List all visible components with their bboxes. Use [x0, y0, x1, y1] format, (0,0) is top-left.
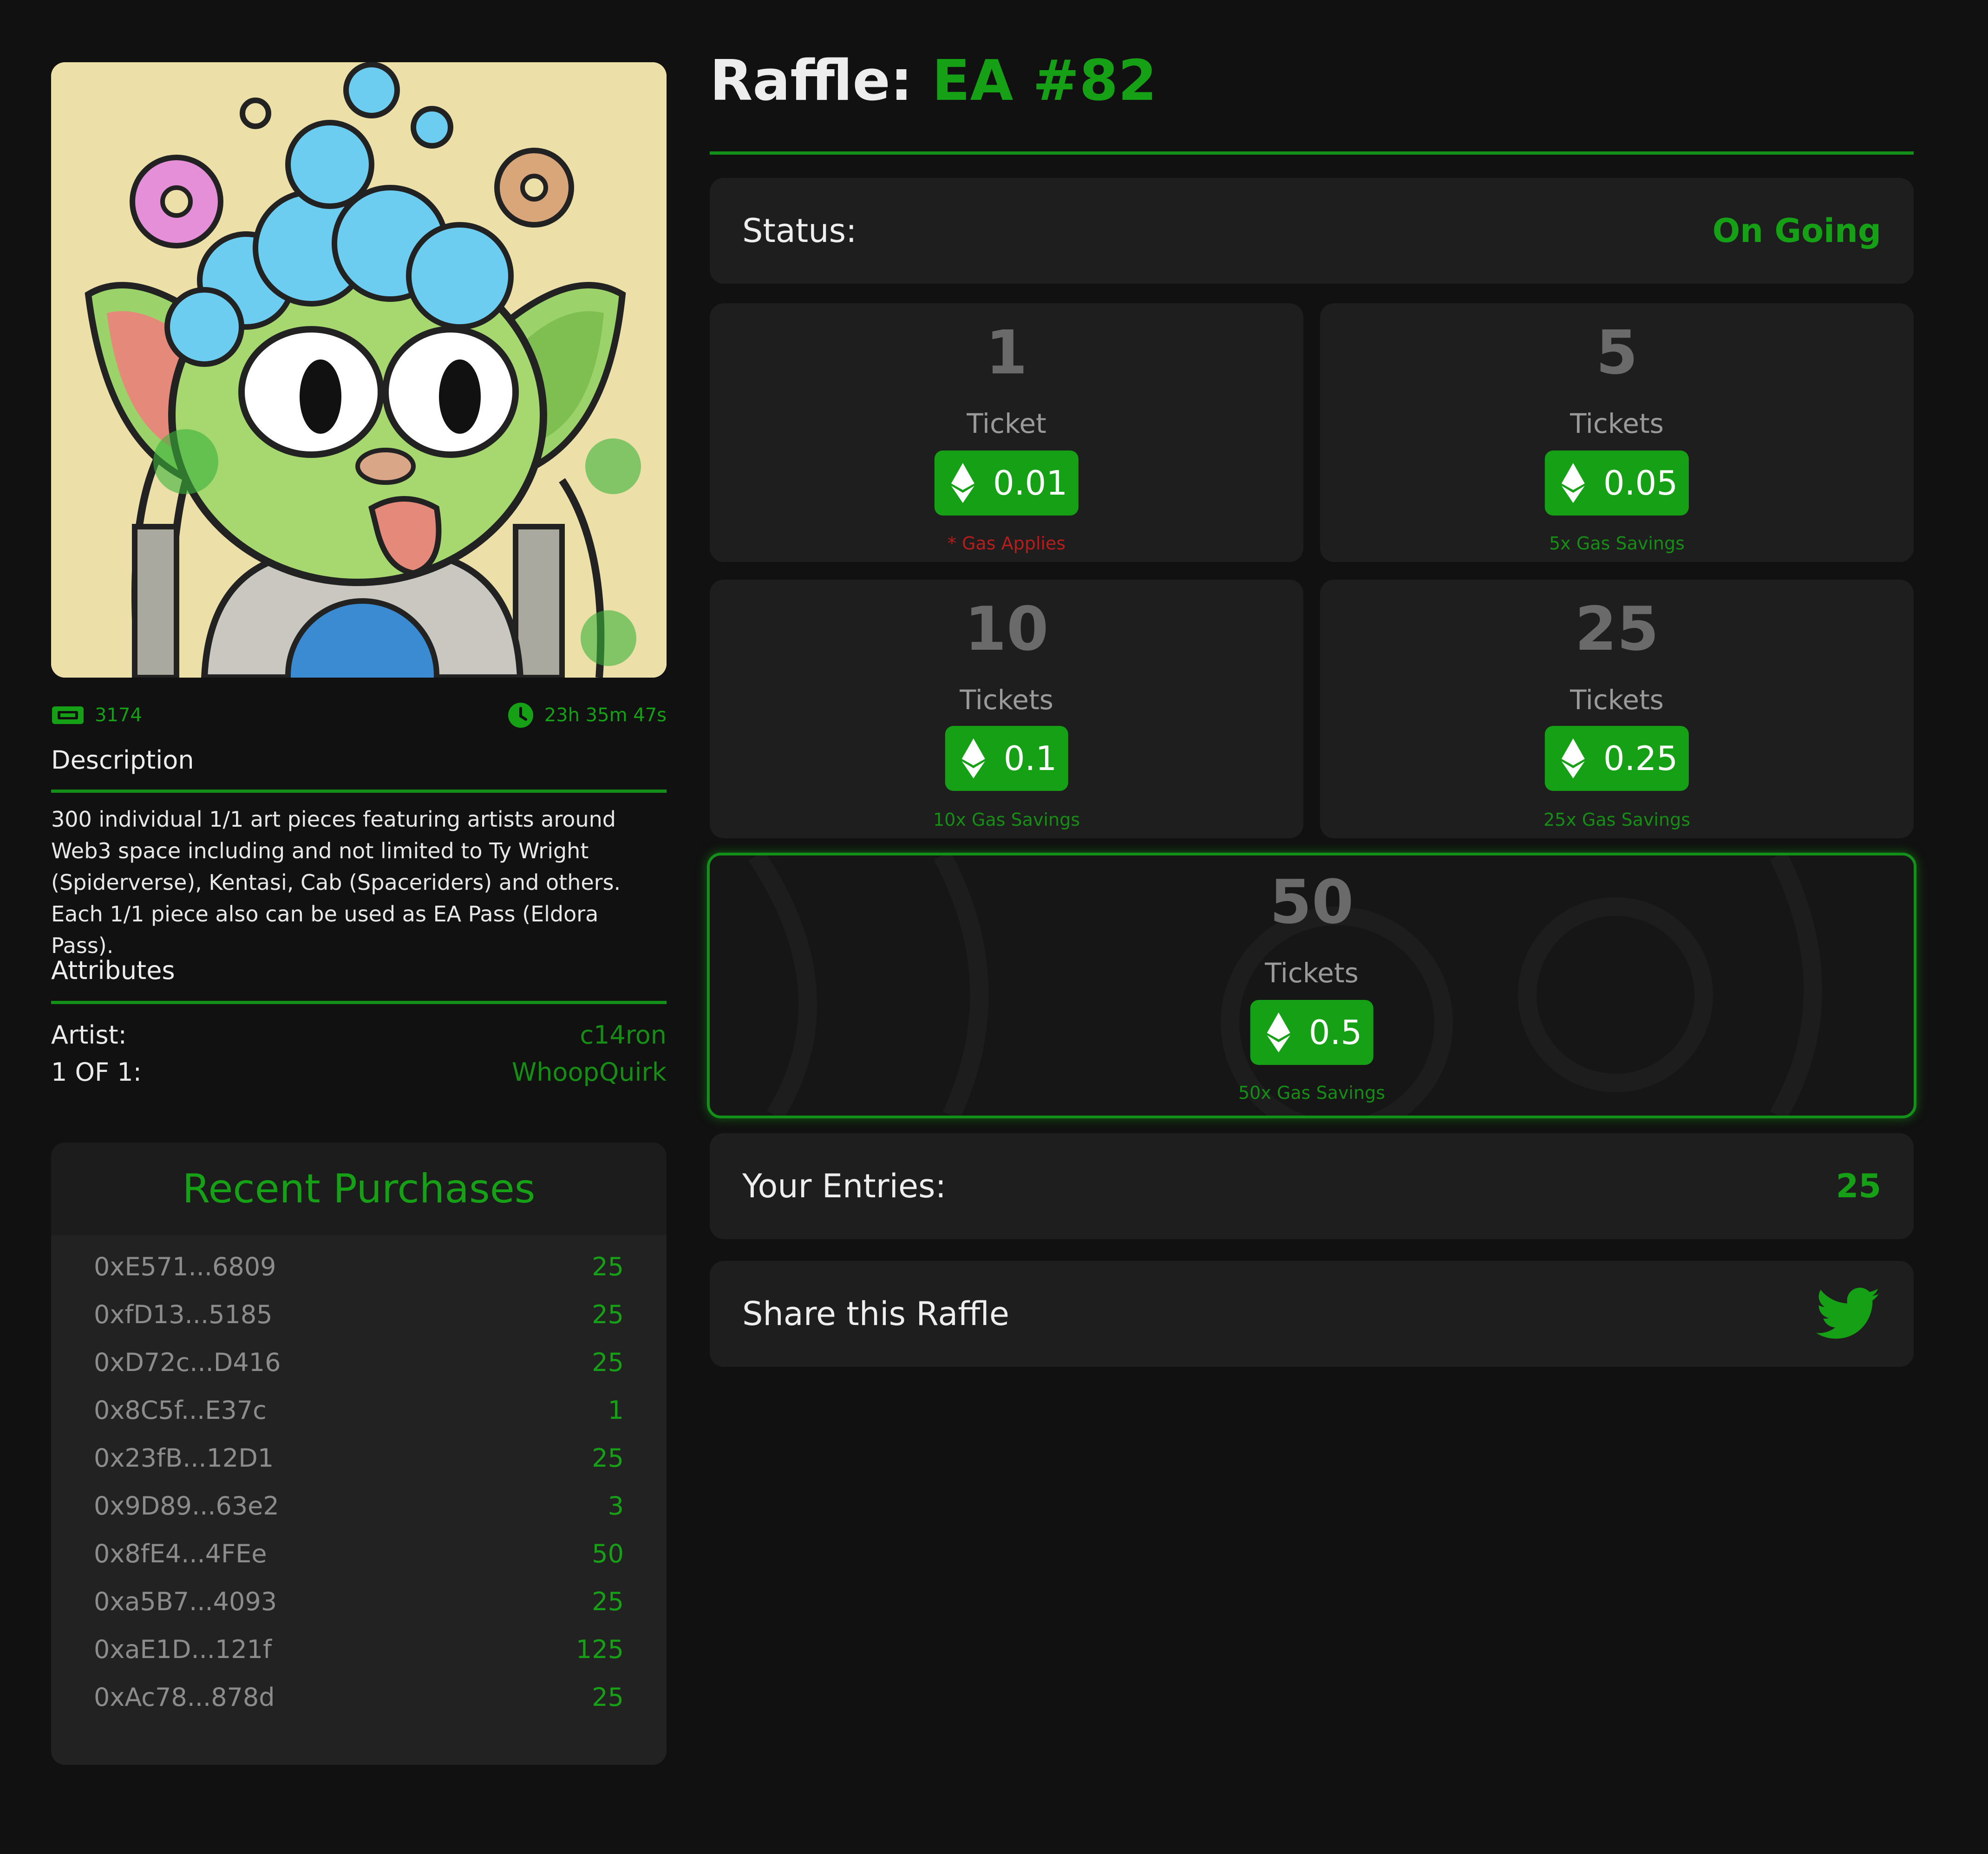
page-title: Raffle: EA #82: [710, 49, 1157, 113]
attribute-row-1of1: 1 OF 1: WhoopQuirk: [51, 1053, 667, 1090]
recent-purchases-panel: Recent Purchases 0xE571...6809 25 0xfD13.…: [51, 1142, 667, 1765]
ticket-label: Tickets: [1265, 957, 1359, 989]
list-item: 0xa5B7...4093 25: [94, 1580, 624, 1622]
purchase-count: 25: [592, 1299, 624, 1329]
buy-button[interactable]: 0.25: [1544, 726, 1689, 791]
time-remaining-value: 23h 35m 47s: [544, 705, 667, 726]
page-title-prefix: Raffle:: [710, 49, 913, 113]
ticket-count: 3174: [51, 701, 142, 729]
ticket-price: 0.05: [1603, 464, 1678, 503]
attributes-divider: [51, 1001, 667, 1004]
entries-label: Your Entries:: [742, 1167, 947, 1205]
description-heading: Description: [51, 745, 194, 775]
ticket-option-5[interactable]: 5 Tickets 0.05 5x Gas Savings: [1320, 303, 1914, 562]
list-item: 0x9D89...63e2 3: [94, 1485, 624, 1527]
wallet-address[interactable]: 0xaE1D...121f: [94, 1635, 272, 1664]
status-value: On Going: [1712, 212, 1881, 250]
time-remaining: 23h 35m 47s: [507, 701, 667, 729]
buy-button[interactable]: 0.01: [934, 450, 1079, 516]
wallet-address[interactable]: 0xD72c...D416: [94, 1348, 281, 1377]
buy-button[interactable]: 0.1: [945, 726, 1068, 791]
ethereum-icon: [961, 738, 985, 778]
ticket-quantity: 10: [964, 594, 1049, 664]
entries-value: 25: [1836, 1167, 1881, 1205]
ticket-note: 50x Gas Savings: [1238, 1083, 1385, 1103]
purchase-count: 25: [592, 1347, 624, 1377]
ticket-label: Tickets: [960, 684, 1053, 716]
purchase-count: 50: [592, 1539, 624, 1568]
purchase-count: 25: [592, 1682, 624, 1712]
wallet-address[interactable]: 0xa5B7...4093: [94, 1587, 277, 1616]
clock-icon: [508, 703, 533, 728]
list-item: 0xD72c...D416 25: [94, 1341, 624, 1383]
status-panel: Status: On Going: [710, 178, 1914, 284]
list-item: 0xaE1D...121f 125: [94, 1628, 624, 1670]
ethereum-icon: [1561, 463, 1585, 503]
title-divider: [710, 151, 1914, 155]
ticket-label: Tickets: [1570, 408, 1664, 439]
buy-button[interactable]: 0.5: [1250, 1000, 1373, 1065]
ticket-option-50[interactable]: 50 Tickets 0.5 50x Gas Savings: [707, 853, 1916, 1118]
wallet-address[interactable]: 0xAc78...878d: [94, 1683, 275, 1712]
ticket-label: Tickets: [1570, 684, 1664, 716]
list-item: 0xfD13...5185 25: [94, 1293, 624, 1335]
description-text: 300 individual 1/1 art pieces featuring …: [51, 807, 621, 958]
ticket-price: 0.1: [1003, 739, 1057, 778]
ticket-note: 10x Gas Savings: [933, 809, 1080, 830]
list-item: 0x8C5f...E37c 1: [94, 1389, 624, 1431]
list-item: 0x23fB...12D1 25: [94, 1437, 624, 1479]
status-label: Status:: [742, 212, 857, 250]
attribute-key: 1 OF 1:: [51, 1057, 142, 1087]
ticket-quantity: 50: [1269, 867, 1354, 937]
ticket-option-25[interactable]: 25 Tickets 0.25 25x Gas Savings: [1320, 580, 1914, 838]
wallet-address[interactable]: 0x8C5f...E37c: [94, 1396, 267, 1425]
ticket-option-10[interactable]: 10 Tickets 0.1 10x Gas Savings: [710, 580, 1303, 838]
ethereum-icon: [1561, 738, 1585, 778]
description-divider: [51, 790, 667, 793]
wallet-address[interactable]: 0x8fE4...4FEe: [94, 1539, 267, 1568]
list-item: 0x8fE4...4FEe 50: [94, 1533, 624, 1574]
purchase-count: 125: [575, 1634, 624, 1664]
list-item: 0xAc78...878d 25: [94, 1676, 624, 1718]
attribute-value[interactable]: c14ron: [580, 1020, 667, 1050]
buy-button[interactable]: 0.05: [1544, 450, 1689, 516]
ticket-price: 0.01: [993, 464, 1068, 503]
ticket-icon: [52, 706, 84, 724]
ethereum-icon: [951, 463, 974, 503]
nft-artwork-image: [51, 62, 667, 678]
purchase-count: 25: [592, 1443, 624, 1473]
purchase-count: 1: [608, 1395, 624, 1425]
entries-panel: Your Entries: 25: [710, 1133, 1914, 1239]
wallet-address[interactable]: 0x9D89...63e2: [94, 1491, 279, 1521]
ticket-option-1[interactable]: 1 Ticket 0.01 * Gas Applies: [710, 303, 1303, 562]
ticket-price: 0.25: [1603, 739, 1678, 778]
ticket-price: 0.5: [1308, 1013, 1362, 1052]
share-label: Share this Raffle: [742, 1295, 1009, 1333]
purchase-count: 25: [592, 1586, 624, 1616]
raffle-name: EA #82: [932, 49, 1157, 113]
wallet-address[interactable]: 0xfD13...5185: [94, 1300, 273, 1329]
attribute-row-artist: Artist: c14ron: [51, 1016, 667, 1053]
recent-purchases-heading: Recent Purchases: [51, 1142, 667, 1235]
nft-artwork: [51, 62, 667, 678]
attribute-value[interactable]: WhoopQuirk: [512, 1058, 667, 1087]
attribute-key: Artist:: [51, 1020, 127, 1050]
ticket-note: * Gas Applies: [947, 533, 1066, 554]
wallet-address[interactable]: 0x23fB...12D1: [94, 1443, 274, 1473]
ticket-quantity: 1: [985, 317, 1028, 388]
twitter-icon[interactable]: [1816, 1287, 1881, 1341]
ticket-count-value: 3174: [95, 705, 142, 726]
ticket-note: 5x Gas Savings: [1549, 533, 1685, 554]
ethereum-icon: [1267, 1012, 1290, 1052]
ticket-label: Ticket: [967, 408, 1046, 439]
ticket-quantity: 5: [1596, 317, 1638, 388]
ticket-note: 25x Gas Savings: [1543, 809, 1690, 830]
ticket-quantity: 25: [1575, 594, 1659, 664]
list-item: 0xE571...6809 25: [94, 1246, 624, 1287]
share-panel[interactable]: Share this Raffle: [710, 1261, 1914, 1367]
purchase-count: 25: [592, 1252, 624, 1281]
purchase-count: 3: [608, 1491, 624, 1521]
wallet-address[interactable]: 0xE571...6809: [94, 1252, 276, 1281]
attributes-heading: Attributes: [51, 956, 175, 985]
